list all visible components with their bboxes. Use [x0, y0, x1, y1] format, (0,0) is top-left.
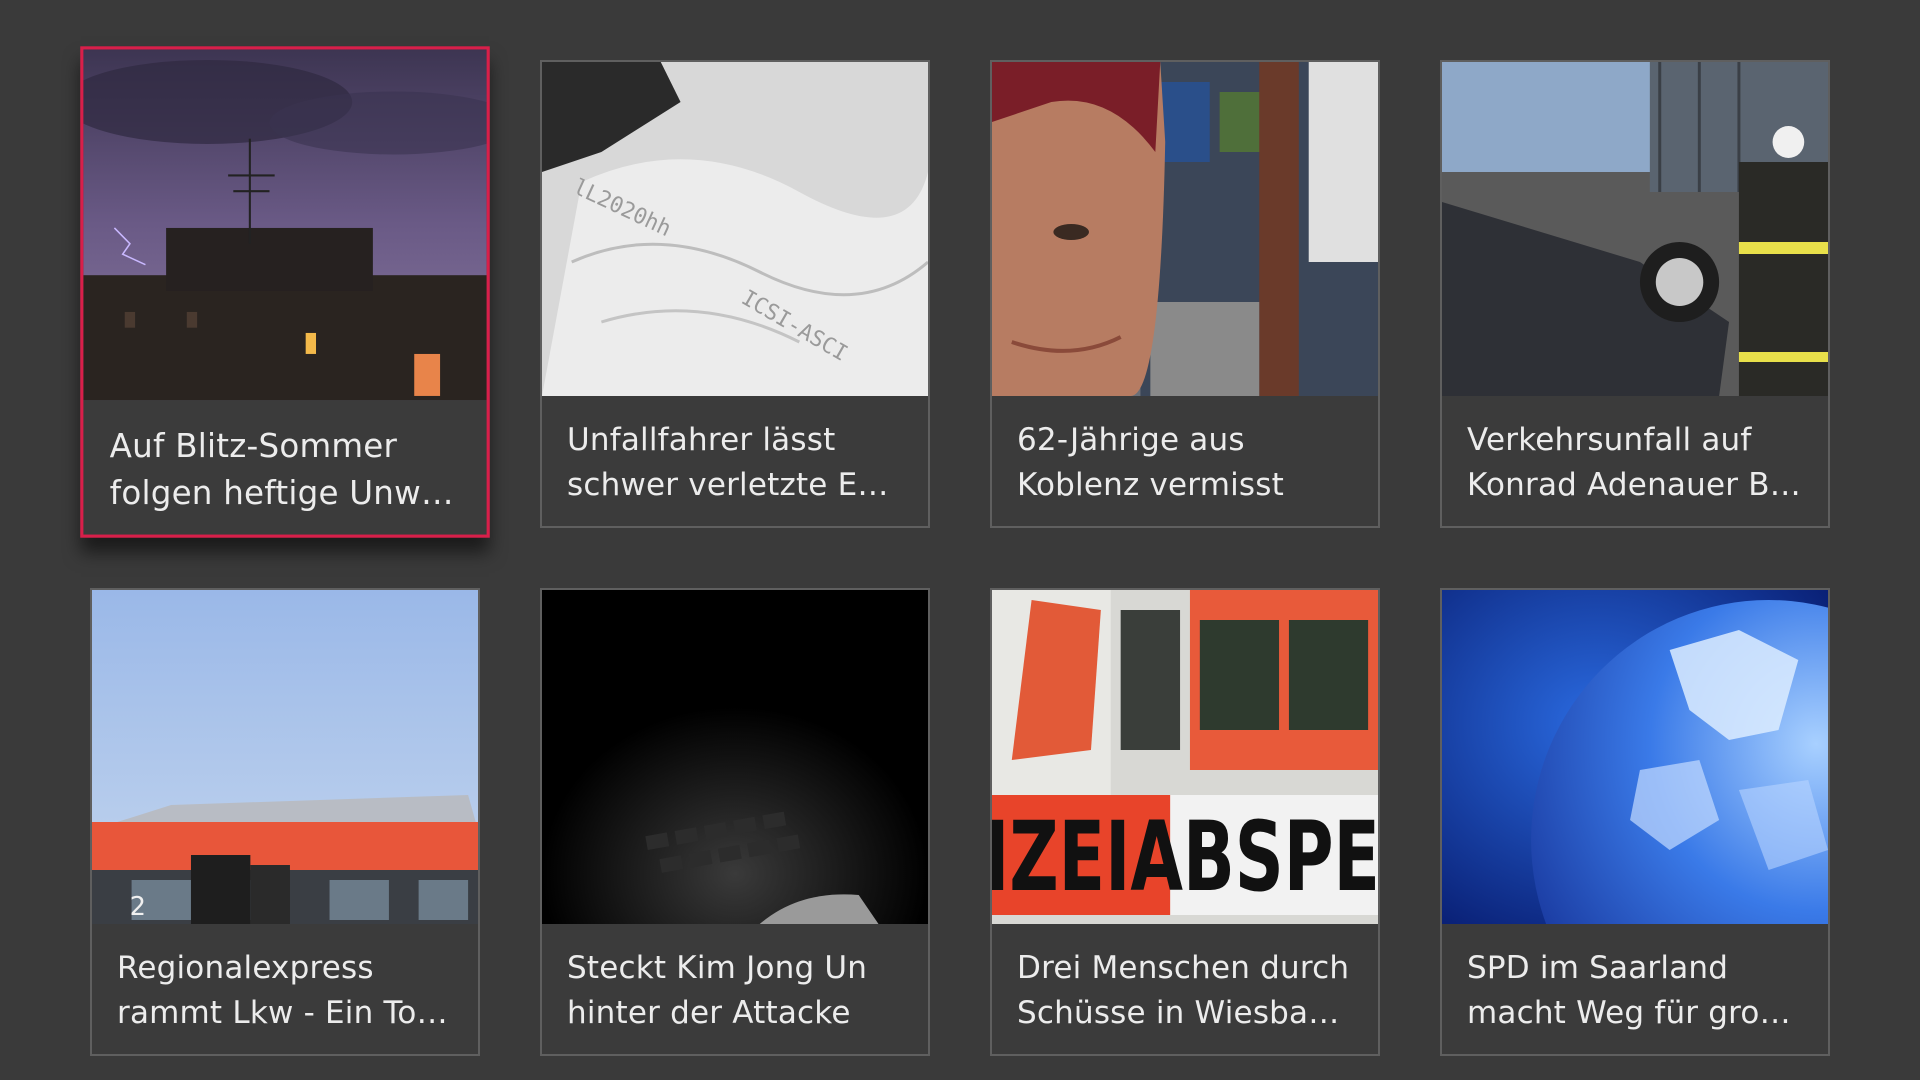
news-grid: Auf Blitz-Sommer folgen heftige Unwe… lL…: [0, 0, 1920, 1080]
title-line-2: Konrad Adenauer B…: [1467, 467, 1801, 503]
title-line-1: 62-Jährige aus: [1017, 422, 1245, 458]
train-image: 2: [92, 590, 478, 924]
news-card-title: Auf Blitz-Sommer folgen heftige Unwe…: [110, 423, 466, 518]
title-line-1: Regionalexpress: [117, 950, 374, 986]
storm-building-image: [83, 49, 487, 401]
title-line-1: Drei Menschen durch: [1017, 950, 1350, 986]
tape-text: IZEIABSPE: [992, 801, 1378, 914]
title-line-2: folgen heftige Unwe…: [109, 474, 466, 513]
title-line-1: Steckt Kim Jong Un: [567, 950, 868, 986]
news-card-2[interactable]: lL2020hh ICSI-ASCI Unfallfahrer lässt sc…: [540, 60, 930, 528]
news-card-title: SPD im Saarland macht Weg für groß…: [1467, 946, 1808, 1036]
news-card-1[interactable]: Auf Blitz-Sommer folgen heftige Unwe…: [80, 46, 490, 538]
news-card-title: Unfallfahrer lässt schwer verletzte Eh…: [567, 418, 908, 508]
title-line-1: Unfallfahrer lässt: [567, 422, 836, 458]
overturned-car-image: [1442, 62, 1828, 396]
title-line-2: Schüsse in Wiesbad…: [1017, 995, 1358, 1031]
news-card-title: Steckt Kim Jong Un hinter der Attacke: [567, 946, 908, 1036]
title-line-2: schwer verletzte Eh…: [567, 467, 908, 503]
news-card-title: Drei Menschen durch Schüsse in Wiesbad…: [1017, 946, 1358, 1036]
title-line-1: SPD im Saarland: [1467, 950, 1729, 986]
title-line-2: Koblenz vermisst: [1017, 467, 1284, 503]
police-tape-image: IZEIABSPE: [992, 590, 1378, 924]
airbag-image: lL2020hh ICSI-ASCI: [542, 62, 928, 396]
woman-portrait-image: [992, 62, 1378, 396]
news-card-3[interactable]: 62-Jährige aus Koblenz vermisst: [990, 60, 1380, 528]
news-card-title: Verkehrsunfall auf Konrad Adenauer B…: [1467, 418, 1808, 508]
news-card-6[interactable]: Steckt Kim Jong Un hinter der Attacke: [540, 588, 930, 1056]
news-card-7[interactable]: IZEIABSPE Drei Menschen durch Schüsse in…: [990, 588, 1380, 1056]
news-card-8[interactable]: SPD im Saarland macht Weg für groß…: [1440, 588, 1830, 1056]
title-line-2: hinter der Attacke: [567, 995, 851, 1031]
title-line-2: rammt Lkw - Ein Tot…: [117, 995, 458, 1031]
dark-keyboard-image: [542, 590, 928, 924]
news-card-title: Regionalexpress rammt Lkw - Ein Tot…: [117, 946, 458, 1036]
news-card-4[interactable]: Verkehrsunfall auf Konrad Adenauer B…: [1440, 60, 1830, 528]
news-card-5[interactable]: 2 Regionalexpress rammt Lkw - Ein Tot…: [90, 588, 480, 1056]
title-line-2: macht Weg für groß…: [1467, 995, 1808, 1031]
title-line-1: Auf Blitz-Sommer: [109, 427, 398, 466]
news-card-title: 62-Jährige aus Koblenz vermisst: [1017, 418, 1358, 508]
globe-image: [1442, 590, 1828, 924]
svg-text:2: 2: [130, 892, 146, 922]
title-line-1: Verkehrsunfall auf: [1467, 422, 1752, 458]
